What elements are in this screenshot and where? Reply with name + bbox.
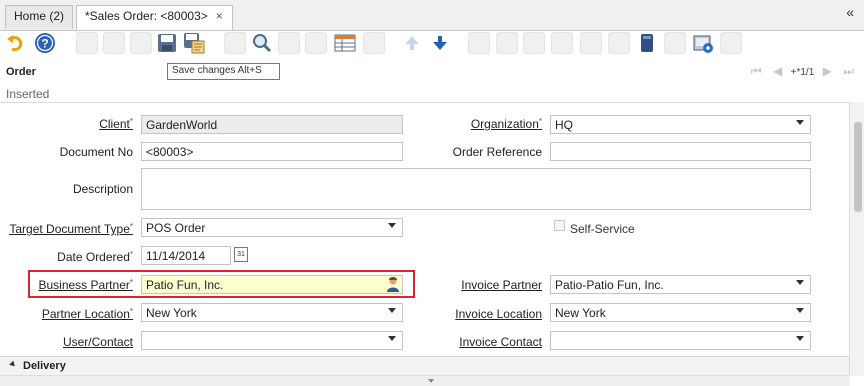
- requests-icon[interactable]: [608, 32, 630, 54]
- user-contact-label[interactable]: User/Contact: [20, 335, 133, 349]
- undo-icon[interactable]: [5, 32, 27, 54]
- invoice-contact-label[interactable]: Invoice Contact: [420, 335, 542, 349]
- chevron-down-icon: [796, 336, 804, 341]
- chevron-down-icon: [796, 120, 804, 125]
- client-label[interactable]: Client*: [20, 117, 133, 131]
- business-partner-icon[interactable]: [385, 276, 401, 292]
- delivery-section[interactable]: Delivery: [0, 356, 850, 376]
- new-record-icon[interactable]: [76, 32, 98, 54]
- chevron-down-icon: [388, 336, 396, 341]
- next-record-icon[interactable]: ▶: [823, 64, 832, 78]
- product-info-icon[interactable]: [636, 32, 658, 54]
- zoom-across-icon[interactable]: [551, 32, 573, 54]
- record-indicator: +*1/1: [790, 67, 815, 78]
- help-icon[interactable]: ?: [34, 32, 56, 54]
- calendar-icon[interactable]: 31: [234, 247, 248, 262]
- chevron-down-icon: [428, 379, 434, 383]
- refresh-icon[interactable]: [224, 32, 246, 54]
- status-text: Inserted: [6, 87, 50, 101]
- report-icon[interactable]: [468, 32, 490, 54]
- copy-record-icon[interactable]: [103, 32, 125, 54]
- chevron-down-icon: [796, 280, 804, 285]
- active-workflows-icon[interactable]: [580, 32, 602, 54]
- process-icon[interactable]: [664, 32, 686, 54]
- document-no-label: Document No: [59, 145, 133, 159]
- chevron-down-icon: [796, 308, 804, 313]
- history-icon[interactable]: [363, 32, 385, 54]
- svg-text:?: ?: [41, 37, 48, 51]
- order-reference-label: Order Reference: [452, 145, 542, 159]
- self-service-label: Self-Service: [570, 222, 635, 236]
- close-tab-icon[interactable]: ×: [216, 9, 223, 23]
- document-no-field[interactable]: <80003>: [141, 142, 403, 161]
- tab-home-label: Home (2): [14, 9, 65, 23]
- target-doc-type-label[interactable]: Target Document Type*: [5, 222, 133, 236]
- last-record-icon[interactable]: ⏭: [843, 64, 854, 78]
- date-ordered-field[interactable]: 11/14/2014: [141, 246, 231, 265]
- record-navigation: ⏮ ◀ +*1/1 ▶ ⏭: [751, 64, 854, 79]
- collapse-icon[interactable]: «: [846, 4, 854, 20]
- business-partner-field[interactable]: Patio Fun, Inc.: [141, 275, 403, 294]
- invoice-partner-select[interactable]: Patio-Patio Fun, Inc.: [550, 275, 811, 294]
- chevron-down-icon: [388, 308, 396, 313]
- save-icon[interactable]: [156, 32, 178, 54]
- organization-label[interactable]: Organization*: [420, 117, 542, 131]
- invoice-location-select[interactable]: New York: [550, 303, 811, 322]
- horizontal-scrollbar[interactable]: [0, 375, 850, 386]
- delete-icon[interactable]: [130, 32, 152, 54]
- delivery-section-label: Delivery: [23, 360, 66, 372]
- collapse-triangle-icon: [9, 360, 17, 369]
- previous-record-icon[interactable]: ◀: [773, 64, 782, 78]
- target-doc-type-select[interactable]: POS Order: [141, 218, 403, 237]
- description-label: Description: [72, 182, 133, 196]
- first-record-icon[interactable]: ⏮: [751, 64, 762, 78]
- tab-sales-order[interactable]: *Sales Order: <80003> ×: [76, 5, 233, 30]
- attachment-icon[interactable]: [278, 32, 300, 54]
- client-field[interactable]: GardenWorld: [141, 115, 403, 134]
- grid-toggle-icon[interactable]: [334, 32, 356, 54]
- date-ordered-label: Date Ordered*: [57, 250, 133, 264]
- chevron-down-icon: [388, 223, 396, 228]
- save-new-icon[interactable]: [183, 32, 205, 54]
- archive-icon[interactable]: [496, 32, 518, 54]
- parent-record-icon[interactable]: [401, 32, 423, 54]
- calendar-day: 31: [237, 251, 245, 258]
- detail-record-icon[interactable]: [429, 32, 451, 54]
- invoice-contact-select[interactable]: [550, 331, 811, 350]
- tab-sales-order-label: *Sales Order: <80003>: [85, 9, 208, 23]
- partner-location-select[interactable]: New York: [141, 303, 403, 322]
- export-icon[interactable]: [720, 32, 742, 54]
- partner-location-label[interactable]: Partner Location*: [20, 307, 133, 321]
- print-icon[interactable]: [523, 32, 545, 54]
- vertical-scrollbar-thumb[interactable]: [854, 122, 862, 212]
- order-reference-field[interactable]: [550, 142, 811, 161]
- customize-icon[interactable]: [692, 32, 714, 54]
- invoice-location-label[interactable]: Invoice Location: [420, 307, 542, 321]
- save-tooltip: Save changes Alt+S: [167, 63, 280, 80]
- invoice-partner-label[interactable]: Invoice Partner: [420, 278, 542, 292]
- tab-home[interactable]: Home (2): [5, 5, 73, 29]
- panel-title: Order: [6, 66, 36, 78]
- chat-icon[interactable]: [305, 32, 327, 54]
- find-icon[interactable]: [251, 32, 273, 54]
- description-textarea[interactable]: [141, 168, 811, 210]
- organization-select[interactable]: HQ: [550, 115, 811, 134]
- self-service-checkbox[interactable]: [554, 220, 565, 231]
- business-partner-label[interactable]: Business Partner*: [20, 278, 133, 292]
- user-contact-select[interactable]: [141, 331, 403, 350]
